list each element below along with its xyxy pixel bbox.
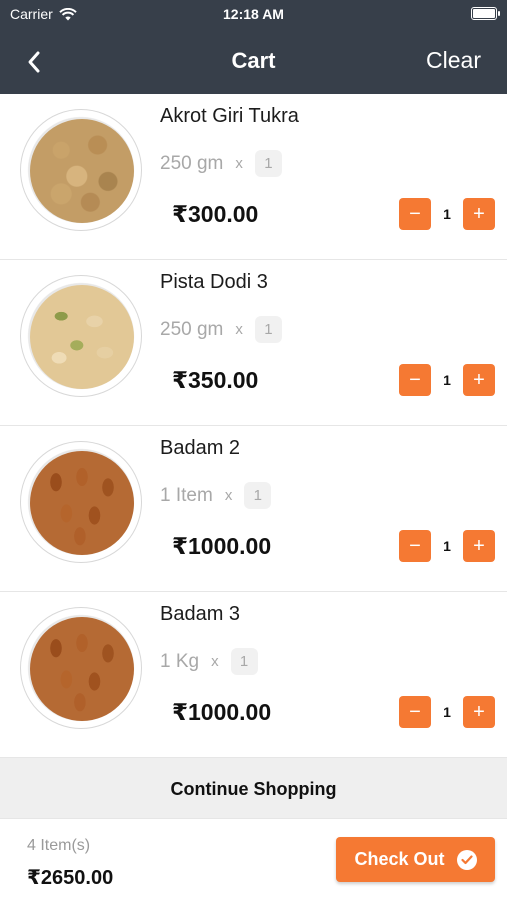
variant-label: 250 gm xyxy=(160,152,224,174)
checkout-button[interactable]: Check Out xyxy=(336,837,495,882)
product-name: Badam 2 xyxy=(160,437,241,459)
product-name: Pista Dodi 3 xyxy=(160,271,268,293)
battery-icon xyxy=(471,7,500,20)
decrease-button[interactable]: − xyxy=(399,530,431,562)
product-name: Akrot Giri Tukra xyxy=(160,105,299,127)
check-circle-icon xyxy=(456,849,477,870)
variant-qty-chip: 1 xyxy=(230,648,258,675)
variant-qty-chip: 1 xyxy=(254,150,282,177)
product-price: ₹300.00 xyxy=(172,201,259,227)
decrease-button[interactable]: − xyxy=(399,364,431,396)
decrease-button[interactable]: − xyxy=(399,198,431,230)
cart-item: Akrot Giri Tukra 250 gm x 1 ₹300.00 − 1 … xyxy=(0,94,507,260)
checkout-label: Check Out xyxy=(354,849,445,869)
cart-footer: 4 Item(s) ₹2650.00 Check Out xyxy=(0,818,507,900)
increase-button[interactable]: + xyxy=(463,198,495,230)
quantity-stepper: − 1 + xyxy=(399,198,495,230)
product-image xyxy=(20,441,142,563)
increase-button[interactable]: + xyxy=(463,364,495,396)
cart-item: Pista Dodi 3 250 gm x 1 ₹350.00 − 1 + xyxy=(0,260,507,426)
times-sign: x xyxy=(211,653,219,670)
product-variant: 1 Kg x 1 xyxy=(160,648,258,675)
app-header: Carrier 12:18 AM Cart Clear xyxy=(0,0,507,94)
quantity-stepper: − 1 + xyxy=(399,696,495,728)
variant-label: 1 Item xyxy=(160,484,213,506)
cart-total: ₹2650.00 xyxy=(27,867,114,889)
product-variant: 250 gm x 1 xyxy=(160,150,282,177)
status-time: 12:18 AM xyxy=(223,6,284,22)
variant-qty-chip: 1 xyxy=(244,482,272,509)
quantity-value: 1 xyxy=(443,538,451,554)
clear-button[interactable]: Clear xyxy=(426,47,481,74)
continue-shopping-button[interactable]: Continue Shopping xyxy=(0,758,507,818)
quantity-stepper: − 1 + xyxy=(399,530,495,562)
variant-label: 1 Kg xyxy=(160,650,200,672)
quantity-value: 1 xyxy=(443,206,451,222)
quantity-value: 1 xyxy=(443,372,451,388)
times-sign: x xyxy=(235,321,243,338)
quantity-value: 1 xyxy=(443,704,451,720)
variant-qty-chip: 1 xyxy=(254,316,282,343)
product-price: ₹350.00 xyxy=(172,367,259,393)
product-variant: 250 gm x 1 xyxy=(160,316,282,343)
product-variant: 1 Item x 1 xyxy=(160,482,272,509)
cart-list: Akrot Giri Tukra 250 gm x 1 ₹300.00 − 1 … xyxy=(0,94,507,758)
quantity-stepper: − 1 + xyxy=(399,364,495,396)
product-price: ₹1000.00 xyxy=(172,533,272,559)
product-image xyxy=(20,607,142,729)
increase-button[interactable]: + xyxy=(463,696,495,728)
product-name: Badam 3 xyxy=(160,603,241,625)
cart-item: Badam 3 1 Kg x 1 ₹1000.00 − 1 + xyxy=(0,592,507,758)
product-price: ₹1000.00 xyxy=(172,699,272,725)
product-image xyxy=(20,275,142,397)
increase-button[interactable]: + xyxy=(463,530,495,562)
item-count: 4 Item(s) xyxy=(27,837,91,854)
product-image xyxy=(20,109,142,231)
cart-item: Badam 2 1 Item x 1 ₹1000.00 − 1 + xyxy=(0,426,507,592)
nav-bar: Cart Clear xyxy=(0,28,507,94)
times-sign: x xyxy=(235,155,243,172)
variant-label: 250 gm xyxy=(160,318,224,340)
status-bar: Carrier 12:18 AM xyxy=(0,0,507,28)
times-sign: x xyxy=(224,487,233,504)
decrease-button[interactable]: − xyxy=(399,696,431,728)
